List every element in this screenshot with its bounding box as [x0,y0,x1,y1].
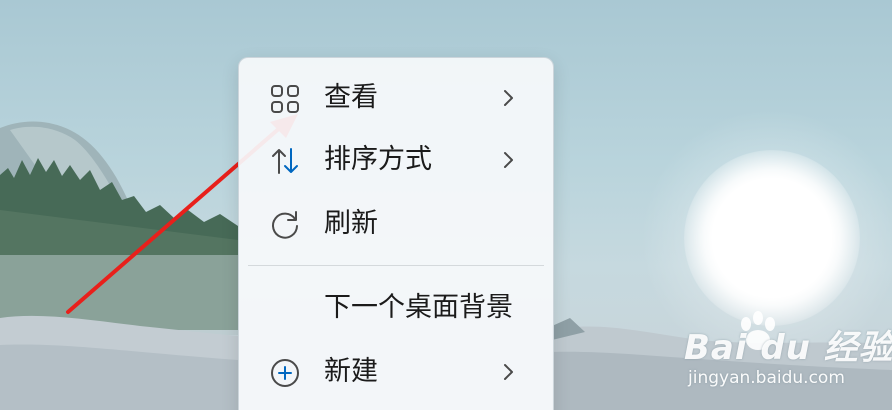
menu-item-label: 刷新 [324,208,378,239]
watermark-url: jingyan.baidu.com [688,368,845,388]
menu-item-refresh[interactable]: 刷新 [239,196,553,252]
menu-item-label: 下一个桌面背景 [324,292,513,323]
chevron-right-icon [504,90,513,106]
watermark-brand: Bai du 经验 [684,328,892,368]
menu-item-label: 排序方式 [324,144,432,175]
baidu-jingyan-watermark: Bai du 经验 jingyan.baidu.com [684,311,892,402]
menu-separator [248,265,544,266]
menu-item-next-desktop-background[interactable]: 下一个桌面背景 [239,280,553,336]
sort-arrows-icon [272,148,298,174]
menu-item-view[interactable]: 查看 [239,70,553,126]
desktop-background[interactable]: 查看 排序方式 刷新 下一个桌面背景 新建 Bai du 经验 jingyan.… [0,0,892,410]
refresh-icon [272,211,298,239]
menu-item-sort-by[interactable]: 排序方式 [239,132,553,188]
context-menu: 查看 排序方式 刷新 下一个桌面背景 新建 [238,57,554,410]
menu-item-label: 查看 [324,82,378,113]
chevron-right-icon [504,364,513,380]
chevron-right-icon [504,152,513,168]
grid-view-icon [271,85,299,113]
menu-item-new[interactable]: 新建 [239,344,553,400]
menu-item-label: 新建 [324,356,378,387]
add-circle-icon [271,359,299,387]
